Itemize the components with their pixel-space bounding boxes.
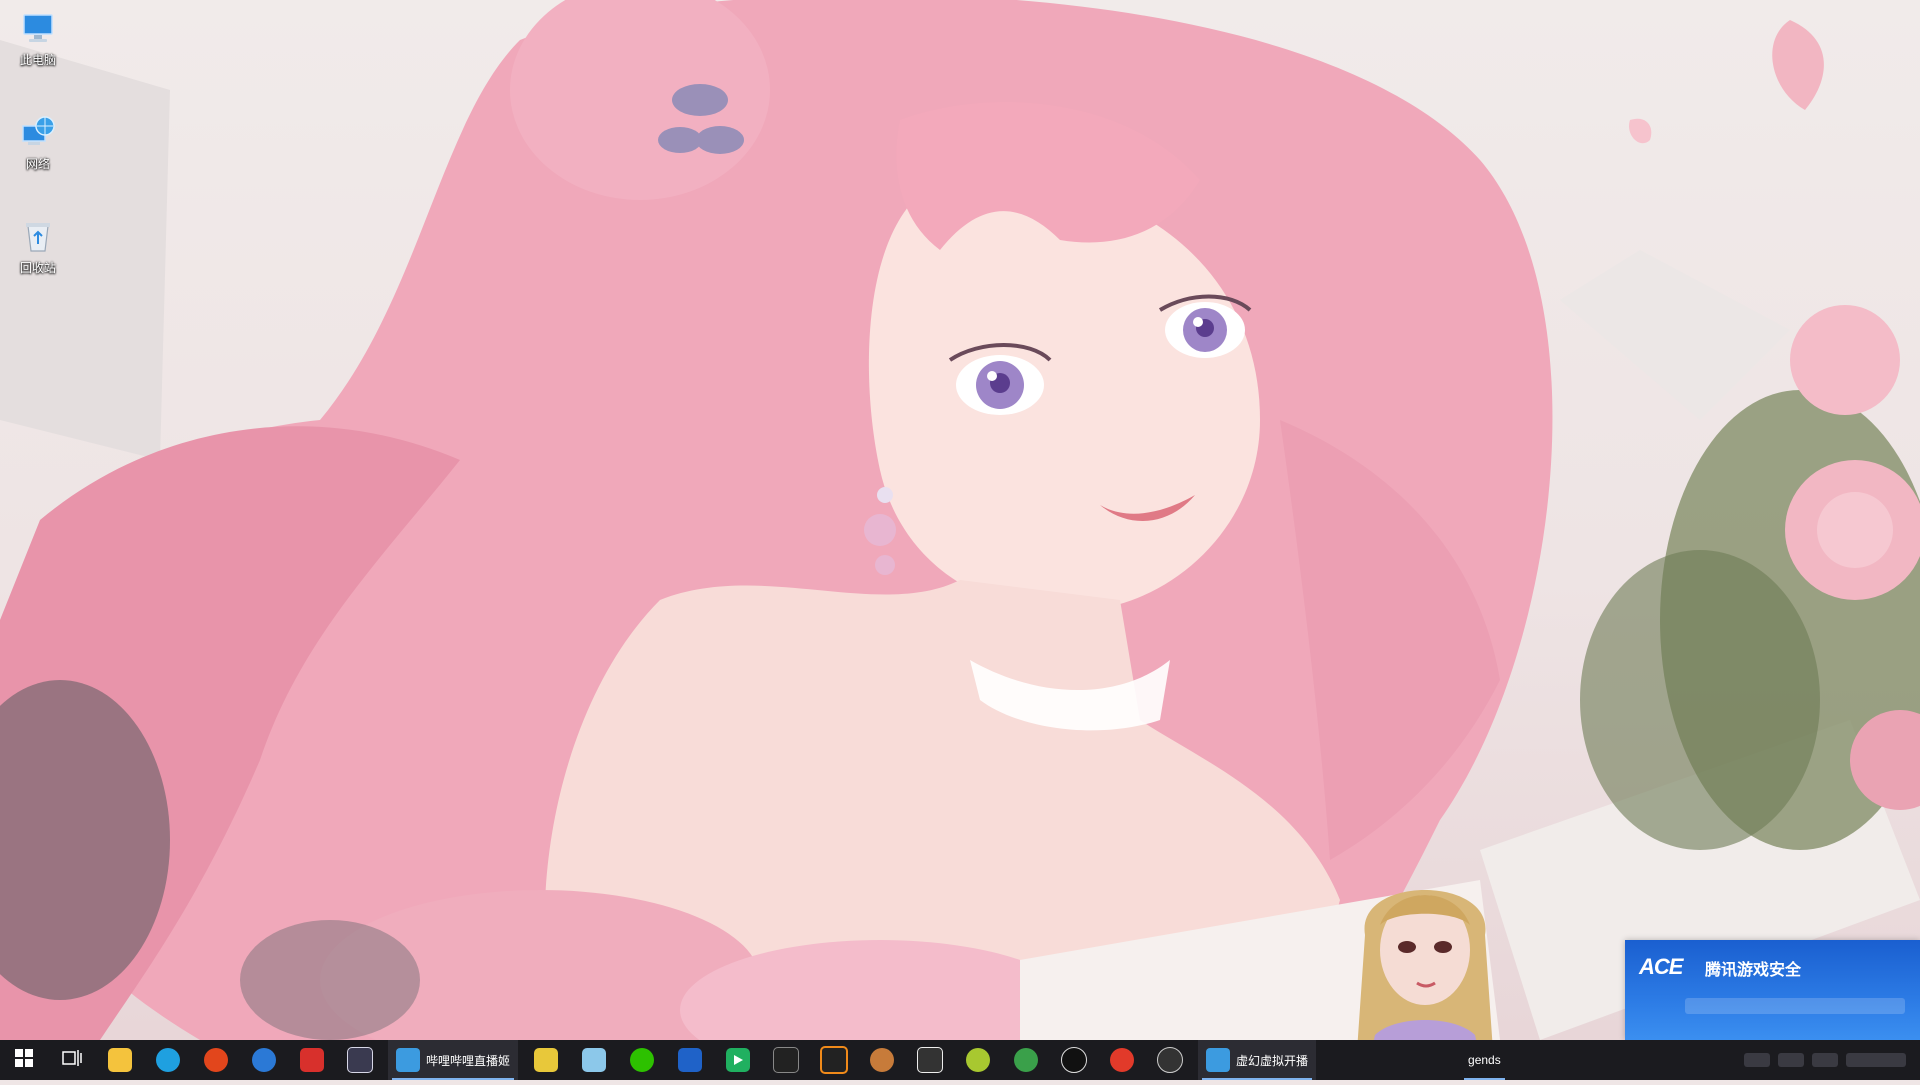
desktop-icon-label: 网络 — [25, 157, 50, 171]
taskbar-window-title: 虚幻虚拟开播 — [1236, 1053, 1309, 1068]
vm-app-icon — [1206, 1048, 1231, 1072]
qq-button[interactable] — [1050, 1040, 1098, 1080]
monkey-app-button[interactable] — [858, 1040, 906, 1080]
taskbar-window-vm-live[interactable]: 虚幻虚拟开播 — [1198, 1040, 1317, 1080]
desktop-icon-label: 回收站 — [19, 261, 56, 275]
tray-item[interactable] — [1778, 1053, 1804, 1067]
red-app-icon — [300, 1048, 324, 1072]
wechat-button[interactable] — [618, 1040, 666, 1080]
bilibili-live-icon — [396, 1048, 420, 1072]
qq-icon — [1061, 1047, 1088, 1073]
globe-app-icon — [1157, 1047, 1184, 1073]
pen-app-button[interactable] — [666, 1040, 714, 1080]
taskbar-window-legends[interactable]: gends — [1460, 1040, 1509, 1080]
taskbar: 哔哩哔哩直播姬 虚幻虚拟开播 gends — [0, 1040, 1920, 1080]
edge-browser-icon — [156, 1048, 180, 1072]
penguin-app-button[interactable] — [240, 1040, 288, 1080]
orange-g-icon — [820, 1046, 849, 1074]
red-app-button[interactable] — [288, 1040, 336, 1080]
desktop-wallpaper — [0, 0, 1920, 1040]
recycle-bin-icon — [18, 216, 58, 256]
wechat-icon — [630, 1048, 655, 1072]
red-circle-app-button[interactable] — [1098, 1040, 1146, 1080]
tencent-ace-notification[interactable]: ACE 腾讯游戏安全 — [1625, 940, 1920, 1040]
cat-app-icon — [582, 1048, 607, 1072]
notification-title: 腾讯游戏安全 — [1705, 962, 1802, 979]
task-view-icon — [62, 1049, 82, 1072]
taskbar-window-title: gends — [1468, 1053, 1501, 1067]
ace-logo: ACE — [1639, 954, 1683, 979]
taskbar-window-bilibili-live[interactable]: 哔哩哔哩直播姬 — [388, 1040, 519, 1080]
wallpaper-illustration — [0, 0, 1920, 1040]
book-app-button[interactable] — [906, 1040, 954, 1080]
book-app-icon — [917, 1047, 944, 1073]
tray-item[interactable] — [1744, 1053, 1770, 1067]
desktop-icon-recycle-bin[interactable]: 回收站 — [8, 216, 68, 276]
task-view-button[interactable] — [48, 1040, 96, 1080]
tray-item[interactable] — [1812, 1053, 1838, 1067]
notification-body — [1685, 998, 1905, 1014]
network-icon — [18, 112, 58, 152]
desktop-icon-label: 此电脑 — [19, 53, 56, 67]
pen-app-icon — [678, 1048, 703, 1072]
desktop-icon-network[interactable]: 网络 — [8, 112, 68, 172]
controller-app-icon — [347, 1047, 373, 1073]
yellow-app-icon — [534, 1048, 559, 1072]
tray-clock[interactable] — [1846, 1053, 1906, 1067]
notebook-app-button[interactable] — [762, 1040, 810, 1080]
ea-app-icon — [204, 1048, 228, 1072]
red-circle-icon — [1110, 1048, 1135, 1072]
green-ball-app-button[interactable] — [954, 1040, 1002, 1080]
this-pc-icon — [18, 8, 58, 48]
yellow-app-button[interactable] — [522, 1040, 570, 1080]
ea-app-button[interactable] — [192, 1040, 240, 1080]
start-button[interactable] — [0, 1040, 48, 1080]
cat-app-button[interactable] — [570, 1040, 618, 1080]
penguin-app-icon — [252, 1048, 276, 1072]
system-tray — [1736, 1040, 1920, 1080]
file-explorer-icon — [108, 1048, 132, 1072]
file-explorer-button[interactable] — [96, 1040, 144, 1080]
desktop-icon-this-pc[interactable]: 此电脑 — [8, 8, 68, 68]
notebook-app-icon — [773, 1047, 800, 1073]
edge-browser-button[interactable] — [144, 1040, 192, 1080]
monkey-app-icon — [870, 1048, 895, 1072]
green-leaf-app-button[interactable] — [1002, 1040, 1050, 1080]
play-app-icon — [726, 1048, 751, 1072]
orange-g-app-button[interactable] — [810, 1040, 858, 1080]
controller-app-button[interactable] — [336, 1040, 384, 1080]
globe-app-button[interactable] — [1146, 1040, 1194, 1080]
play-app-button[interactable] — [714, 1040, 762, 1080]
windows-start-icon — [15, 1048, 33, 1072]
green-ball-icon — [966, 1048, 991, 1072]
taskbar-window-title: 哔哩哔哩直播姬 — [426, 1053, 511, 1068]
green-leaf-icon — [1014, 1048, 1039, 1072]
